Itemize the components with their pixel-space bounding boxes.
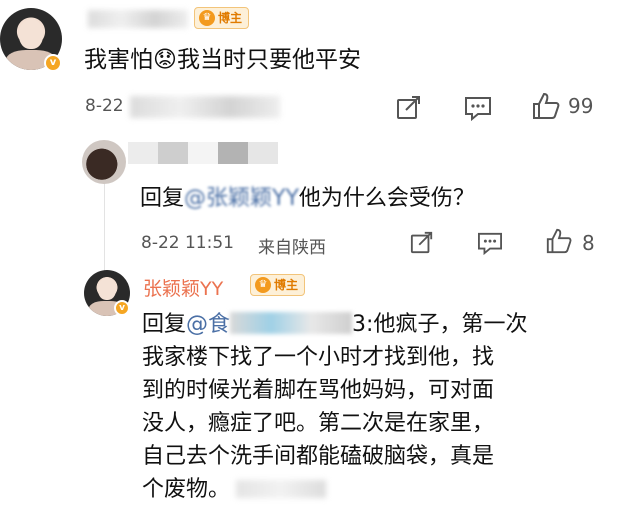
reply-time: 8-22 11:51	[141, 233, 234, 253]
blogger-badge: ♛ 博主	[250, 274, 306, 296]
reply-line: 回复@食 3:他疯子，第一次	[142, 308, 612, 341]
mention-link[interactable]: @张颖颖YY	[184, 186, 299, 211]
comment-icon[interactable]	[477, 231, 503, 255]
comment-text: 我害怕😟我当时只要他平安	[84, 47, 361, 73]
reply-line: 没人，瘾症了吧。第二次是在家里，	[142, 411, 495, 436]
reply-line: 我家楼下找了一个小时才找到他，找	[142, 345, 495, 370]
username-redacted[interactable]	[88, 10, 188, 28]
crown-icon: ♛	[199, 10, 215, 26]
thumbs-up-icon[interactable]	[545, 227, 573, 255]
comment-time: 8-22	[85, 96, 124, 116]
reply-text: 回复@张颖颖YY他为什么会受伤？	[140, 182, 475, 215]
reply-body: 他为什么会受伤？	[298, 186, 475, 211]
like-count: 99	[568, 94, 594, 118]
avatar[interactable]	[82, 140, 126, 184]
reply-line: 到的时候光着脚在骂他妈妈，可对面	[142, 378, 495, 403]
verified-badge-icon: v	[44, 54, 62, 72]
reply-prefix: 回复	[140, 186, 185, 211]
reply-line: 个废物。	[142, 473, 612, 506]
share-icon[interactable]	[410, 230, 434, 254]
share-icon[interactable]	[396, 94, 422, 120]
mention-tail: 3:	[352, 312, 374, 337]
like-count: 8	[582, 231, 595, 255]
comment-icon[interactable]	[464, 95, 492, 121]
verified-badge-icon: v	[114, 300, 130, 316]
thumbs-up-icon[interactable]	[531, 91, 561, 121]
meta-redacted	[130, 96, 280, 118]
badge-label: 博主	[274, 278, 299, 292]
reply-location: 来自陕西	[258, 238, 326, 258]
reply-line-text: 个废物。	[142, 477, 231, 502]
reply-line: 自己去个洗手间都能磕破脑袋，真是	[142, 444, 495, 469]
crown-icon: ♛	[255, 277, 271, 293]
mention-link[interactable]: @食	[186, 312, 230, 337]
reply-line-text: 他疯子，第一次	[373, 312, 528, 337]
username-redacted[interactable]	[128, 142, 278, 164]
reply-prefix: 回复	[142, 312, 187, 337]
mention-redacted	[230, 312, 353, 334]
reply-username[interactable]: 张颖颖YY	[143, 274, 223, 301]
badge-label: 博主	[218, 11, 243, 25]
reply-text: 回复@食 3:他疯子，第一次 我家楼下找了一个小时才找到他，找 到的时候光着脚在骂…	[142, 308, 612, 506]
meta-redacted	[236, 480, 327, 498]
blogger-badge: ♛ 博主	[194, 7, 250, 29]
